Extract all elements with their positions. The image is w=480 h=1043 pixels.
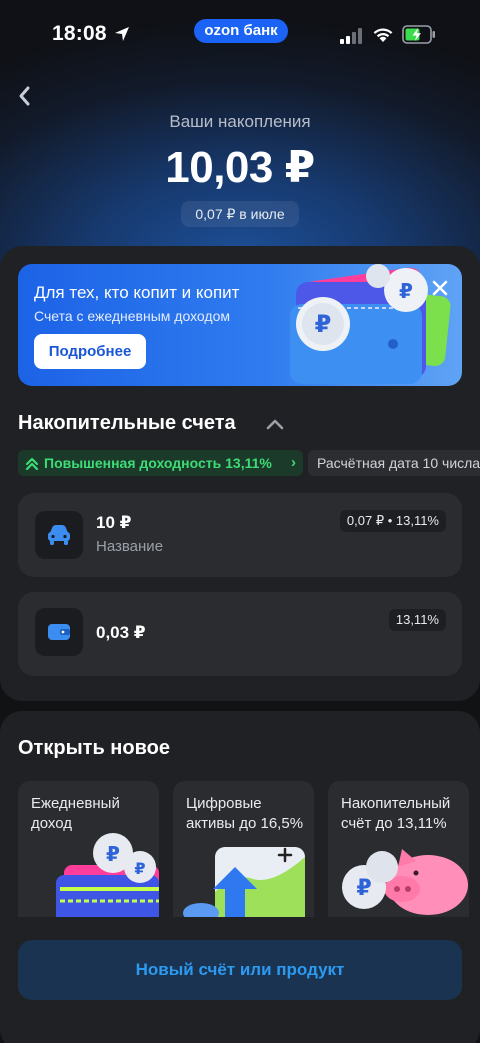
double-chevron-up-icon <box>25 457 39 471</box>
piggy-bank-illustration: ₽ <box>342 849 468 915</box>
increased-yield-label: Повышенная доходность 13,11% <box>44 455 272 471</box>
new-account-or-product-button[interactable]: Новый счёт или продукт <box>18 940 462 1000</box>
promo-subtitle: Счета с ежедневным доходом <box>34 308 230 324</box>
promo-title: Для тех, кто копит и копит <box>34 283 240 302</box>
wallet-coins-illustration: ₽ ₽ <box>56 833 159 917</box>
svg-text:₽: ₽ <box>106 842 120 866</box>
chevron-right-icon: › <box>291 454 296 471</box>
wifi-icon <box>373 28 393 42</box>
product-card-daily-income[interactable]: Ежедневный доход ₽ ₽ <box>18 781 159 917</box>
svg-text:₽: ₽ <box>356 876 371 901</box>
account-yield-badge: 0,07 ₽ • 13,11% <box>339 510 446 532</box>
account-name: Название <box>96 538 164 555</box>
wallet-icon <box>48 624 70 640</box>
svg-text:₽: ₽ <box>315 310 332 338</box>
chevron-up-icon[interactable] <box>265 417 285 431</box>
promo-details-button[interactable]: Подробнее <box>34 334 146 369</box>
promo-banner[interactable]: Для тех, кто копит и копит Счета с ежедн… <box>18 264 462 386</box>
account-yield-badge: 13,11% <box>388 609 446 631</box>
car-icon <box>48 525 70 545</box>
total-balance: 10,03 ₽ <box>165 143 315 192</box>
close-icon[interactable] <box>430 278 450 298</box>
cellular-signal-icon <box>340 28 362 44</box>
monthly-income-chip: 0,07 ₽ в июле <box>181 201 299 227</box>
status-time: 18:08 <box>52 22 107 45</box>
savings-accounts-title: Накопительные счета <box>18 412 236 434</box>
svg-text:₽: ₽ <box>399 279 413 303</box>
savings-account-card[interactable]: 10 ₽ Название 0,07 ₽ • 13,11% <box>18 493 462 577</box>
savings-account-card[interactable]: 0,03 ₽ 13,11% <box>18 592 462 676</box>
account-icon-box <box>35 511 83 559</box>
svg-text:₽: ₽ <box>134 859 145 878</box>
back-button[interactable] <box>10 82 38 110</box>
chart-arrow-illustration <box>183 847 305 917</box>
account-balance: 0,03 ₽ <box>96 623 146 642</box>
account-balance: 10 ₽ <box>96 513 132 532</box>
account-icon-box <box>35 608 83 656</box>
status-bar: 18:08 ozon банк <box>0 0 480 70</box>
increased-yield-chip[interactable]: Повышенная доходность 13,11% › <box>18 450 303 476</box>
product-card-digital-assets[interactable]: Цифровые активы до 16,5% <box>173 781 314 917</box>
open-new-title: Открыть новое <box>18 737 170 759</box>
location-arrow-icon <box>115 27 129 41</box>
chevron-left-icon <box>19 86 30 106</box>
battery-charging-icon <box>402 25 435 44</box>
carrier-badge: ozon банк <box>194 19 288 43</box>
savings-subtitle: Ваши накопления <box>169 112 311 131</box>
payment-date-chip[interactable]: Расчётная дата 10 числа <box>308 450 480 476</box>
product-card-savings-account[interactable]: Накопительный счёт до 13,11% ₽ <box>328 781 469 917</box>
